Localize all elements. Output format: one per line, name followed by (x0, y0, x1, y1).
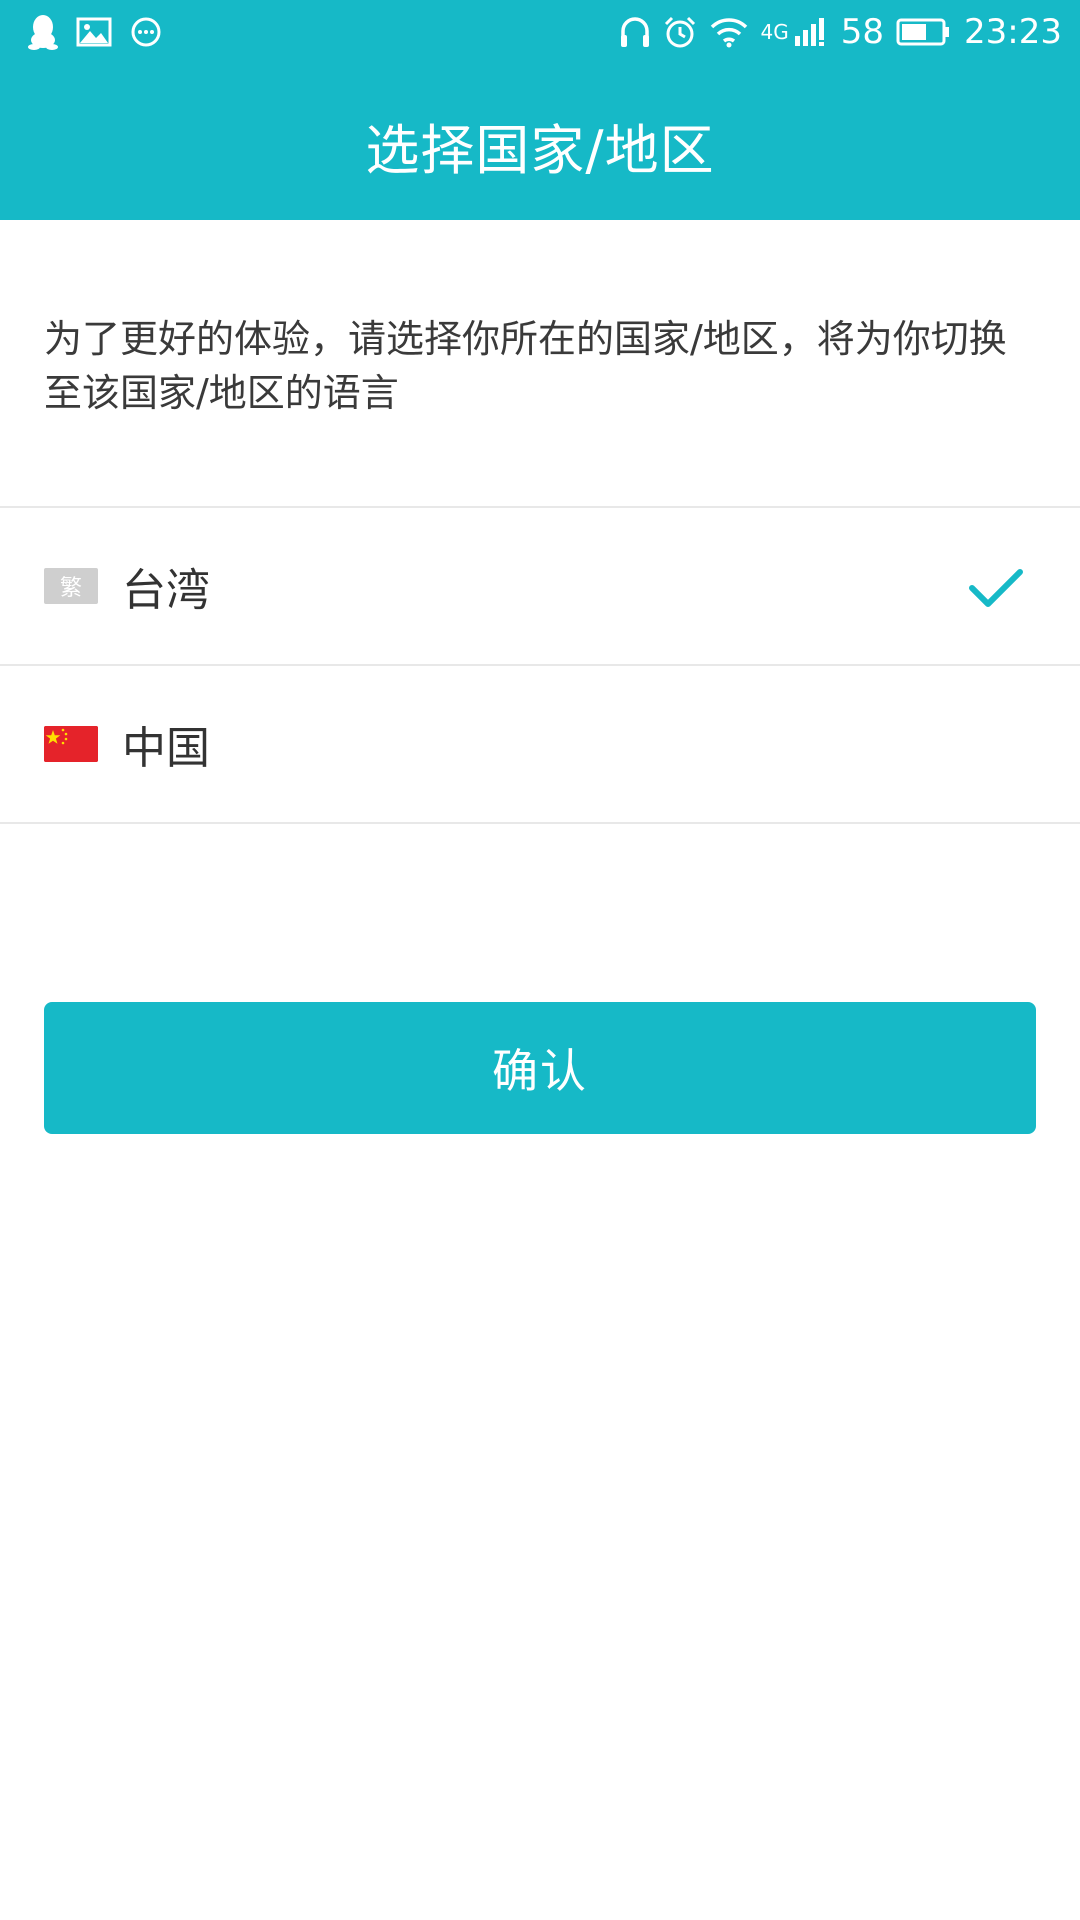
qq-icon (28, 14, 58, 50)
battery-icon (896, 17, 952, 47)
status-bar-right: 4G 58 23:23 (619, 12, 1062, 52)
status-bar-left (28, 14, 162, 50)
region-item-china[interactable]: 中国 (0, 666, 1080, 822)
battery-level: 58 (840, 12, 885, 52)
region-list: 繁 台湾 中国 (0, 506, 1080, 824)
region-label: 中国 (122, 723, 210, 774)
divider (0, 822, 1080, 824)
header: 4G 58 23:23 选择国家/地区 (0, 0, 1080, 220)
wifi-icon (709, 16, 749, 48)
checkmark-icon (968, 566, 1024, 614)
clock: 23:23 (964, 12, 1062, 52)
page-title: 选择国家/地区 (365, 118, 715, 182)
region-label: 台湾 (122, 565, 210, 616)
title-bar: 选择国家/地区 (0, 80, 1080, 210)
network-type: 4G (760, 20, 789, 44)
alarm-icon (663, 15, 697, 49)
headphones-icon (619, 15, 651, 49)
confirm-button[interactable]: 确认 (44, 1002, 1036, 1134)
signal-icon (793, 16, 829, 48)
chat-bubble-icon (130, 16, 162, 48)
status-bar: 4G 58 23:23 (0, 0, 1080, 66)
traditional-chinese-badge: 繁 (44, 568, 98, 604)
description-text: 为了更好的体验，请选择你所在的国家/地区，将为你切换至该国家/地区的语言 (44, 317, 1007, 415)
region-item-taiwan[interactable]: 繁 台湾 (0, 508, 1080, 664)
gallery-icon (76, 17, 112, 47)
region-select-screen: 4G 58 23:23 选择国家/地区 为了更好的体验，请选择你所在的国家/地区… (0, 0, 1080, 1920)
china-flag-icon (44, 726, 98, 762)
